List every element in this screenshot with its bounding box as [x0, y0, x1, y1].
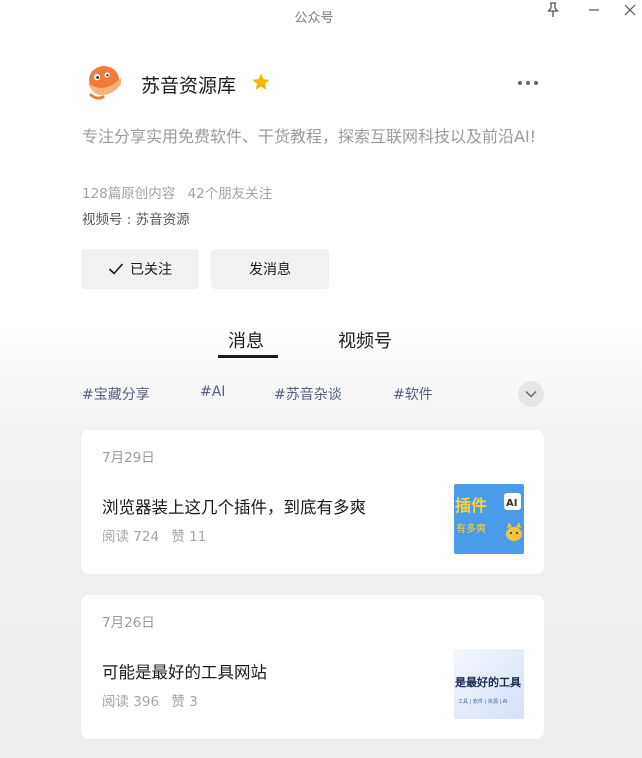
channel-link[interactable]: 视频号 : 苏音资源 [82, 208, 190, 228]
account-description: 专注分享实用免费软件、干货教程，探索互联网科技以及前沿AI! [82, 127, 537, 146]
tab-channels[interactable]: 视频号 [338, 327, 392, 353]
article-meta: 阅读 724 赞 11 [102, 525, 206, 545]
article-date: 7月29日 [102, 450, 155, 466]
account-avatar[interactable] [83, 62, 125, 104]
article-reads: 阅读 396 [102, 694, 160, 710]
account-name: 苏音资源库 [141, 75, 237, 97]
tag-treasure-share[interactable]: #宝藏分享 [82, 384, 150, 404]
article-likes: 赞 11 [171, 529, 207, 545]
article-date: 7月26日 [102, 615, 155, 631]
followed-button[interactable]: 已关注 [81, 249, 199, 289]
article-title[interactable]: 可能是最好的工具网站 [102, 659, 267, 683]
article-card[interactable]: 7月29日 浏览器装上这几个插件，到底有多爽 阅读 724 赞 11 插件 AI… [81, 430, 544, 574]
send-message-button[interactable]: 发消息 [211, 249, 329, 289]
article-meta: 阅读 396 赞 3 [102, 690, 198, 710]
thumbnail-text: 插件 [455, 496, 487, 515]
article-thumbnail[interactable]: 是最好的工具 工具 | 软件 | 资源 | AI [454, 649, 524, 719]
original-count: 128篇原创内容 [82, 186, 176, 202]
window-title: 公众号 [294, 11, 334, 26]
article-thumbnail[interactable]: 插件 AI 有多爽 [454, 484, 524, 554]
thumbnail-text: 是最好的工具 [454, 675, 521, 689]
svg-text:AI: AI [506, 498, 517, 509]
chevron-down-icon [525, 391, 537, 398]
check-icon [108, 263, 124, 275]
account-stats: 128篇原创内容 42个朋友关注 [82, 182, 272, 202]
minimize-icon[interactable] [581, 0, 607, 20]
more-icon[interactable] [513, 70, 543, 96]
tag-ai[interactable]: #AI [200, 384, 225, 400]
article-card[interactable]: 7月26日 可能是最好的工具网站 阅读 396 赞 3 是最好的工具 工具 | … [81, 595, 544, 739]
article-reads: 阅读 724 [102, 529, 160, 545]
followed-button-label: 已关注 [130, 262, 172, 278]
article-title[interactable]: 浏览器装上这几个插件，到底有多爽 [102, 494, 366, 518]
star-icon[interactable] [251, 72, 271, 92]
tab-messages[interactable]: 消息 [228, 327, 264, 353]
thumbnail-subtext: 工具 | 软件 | 资源 | AI [458, 698, 508, 705]
title-bar: 公众号 [0, 0, 642, 34]
pin-icon[interactable] [540, 0, 566, 20]
thumbnail-subtext: 有多爽 [456, 522, 486, 535]
close-icon[interactable] [617, 0, 642, 20]
send-message-label: 发消息 [249, 262, 291, 278]
article-likes: 赞 3 [171, 694, 198, 710]
tag-software[interactable]: #软件 [393, 384, 433, 404]
tag-suyin-talk[interactable]: #苏音杂谈 [274, 384, 342, 404]
friends-following: 42个朋友关注 [187, 186, 273, 202]
active-tab-indicator [218, 355, 278, 358]
expand-tags-button[interactable] [518, 381, 544, 407]
